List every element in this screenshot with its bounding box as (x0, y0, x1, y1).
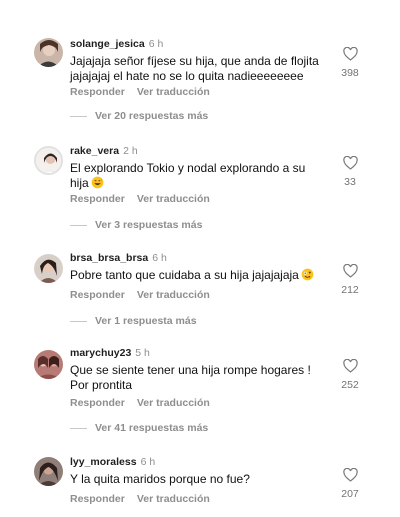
zany-face-emoji-icon (301, 268, 314, 281)
like-count: 252 (341, 379, 359, 391)
comment-text-line: Por prontita (70, 378, 133, 392)
reply-button[interactable]: Responder (70, 493, 125, 505)
comments-panel: solange_jesica 6 h Jajajaja señor fíjese … (0, 0, 400, 517)
comment-text: Pobre tanto que cuidaba a su hija jajaja… (70, 268, 325, 283)
heart-icon (342, 156, 358, 170)
comment-header: lyy_moraless 6 h (70, 456, 155, 469)
like-count: 33 (344, 176, 356, 188)
comment-text-line: El explorando Tokio y nodal explorando a… (70, 161, 306, 175)
username[interactable]: marychuy23 (70, 347, 131, 359)
comment-text-line: hija (70, 176, 89, 190)
reply-button[interactable]: Responder (70, 397, 125, 409)
like-count: 207 (341, 488, 359, 500)
like-button[interactable]: 252 (336, 359, 364, 391)
like-button[interactable]: 33 (336, 156, 364, 188)
comment-text: Y la quita maridos porque no fue? (70, 472, 325, 487)
heart-icon (342, 264, 358, 278)
replies-divider (70, 427, 87, 429)
replies-divider (70, 224, 87, 226)
view-replies-button[interactable]: Ver 1 respuesta más (70, 315, 197, 328)
comment-header: brsa_brsa_brsa 6 h (70, 252, 167, 265)
view-replies-label: Ver 1 respuesta más (95, 315, 197, 327)
view-replies-label: Ver 20 respuestas más (95, 110, 209, 122)
comment-text: Jajajaja señor fíjese su hija, que anda … (70, 54, 325, 84)
reply-button[interactable]: Responder (70, 289, 125, 301)
like-count: 398 (341, 67, 359, 79)
grinning-sweat-emoji-icon (91, 176, 104, 189)
view-replies-button[interactable]: Ver 41 respuestas más (70, 422, 208, 435)
comment-text-line: Que se siente tener una hija rompe hogar… (70, 363, 311, 377)
username[interactable]: lyy_moraless (70, 456, 137, 468)
like-button[interactable]: 398 (336, 47, 364, 79)
comment-time: 2 h (123, 145, 138, 157)
comment-text-line: Y la quita maridos porque no fue? (70, 472, 250, 486)
like-button[interactable]: 207 (336, 468, 364, 500)
comment-header: solange_jesica 6 h (70, 38, 163, 51)
comment-text-line: Jajajaja señor fíjese su hija, que anda … (70, 54, 319, 68)
translate-button[interactable]: Ver traducción (137, 86, 210, 98)
translate-button[interactable]: Ver traducción (137, 493, 210, 505)
username[interactable]: solange_jesica (70, 38, 145, 50)
comment-text-line: Pobre tanto que cuidaba a su hija jajaja… (70, 268, 299, 282)
replies-divider (70, 115, 87, 117)
view-replies-label: Ver 41 respuestas más (95, 422, 209, 434)
comment-text: El explorando Tokio y nodal explorando a… (70, 161, 325, 191)
translate-button[interactable]: Ver traducción (137, 289, 210, 301)
comment-actions: Responder Ver traducción (70, 397, 210, 410)
avatar[interactable] (34, 457, 63, 486)
avatar[interactable] (34, 350, 63, 379)
comment-header: marychuy23 5 h (70, 347, 150, 360)
heart-icon (342, 47, 358, 61)
replies-divider (70, 320, 87, 322)
view-replies-button[interactable]: Ver 3 respuestas más (70, 219, 202, 232)
comment-actions: Responder Ver traducción (70, 289, 210, 302)
translate-button[interactable]: Ver traducción (137, 397, 210, 409)
view-replies-button[interactable]: Ver 20 respuestas más (70, 110, 208, 123)
like-count: 212 (341, 284, 359, 296)
username[interactable]: brsa_brsa_brsa (70, 252, 148, 264)
view-replies-label: Ver 3 respuestas más (95, 219, 203, 231)
comment-time: 6 h (148, 38, 164, 50)
avatar[interactable] (34, 254, 63, 283)
reply-button[interactable]: Responder (70, 193, 125, 205)
comment-text-line: jajajajaj el hate no se lo quita nadieee… (70, 69, 304, 83)
comment-actions: Responder Ver traducción (70, 193, 210, 206)
comment-text: Que se siente tener una hija rompe hogar… (70, 363, 325, 393)
avatar[interactable] (34, 38, 63, 67)
comment-time: 6 h (152, 252, 167, 264)
username[interactable]: rake_vera (70, 145, 119, 157)
comment-time: 5 h (135, 347, 150, 359)
like-button[interactable]: 212 (336, 264, 364, 296)
heart-icon (342, 359, 358, 373)
comment-header: rake_vera 2 h (70, 145, 138, 158)
comment-actions: Responder Ver traducción (70, 493, 210, 506)
reply-button[interactable]: Responder (70, 86, 125, 98)
translate-button[interactable]: Ver traducción (137, 193, 210, 205)
comment-actions: Responder Ver traducción (70, 86, 210, 99)
heart-icon (342, 468, 358, 482)
comment-time: 6 h (140, 456, 156, 468)
avatar[interactable] (34, 146, 63, 175)
